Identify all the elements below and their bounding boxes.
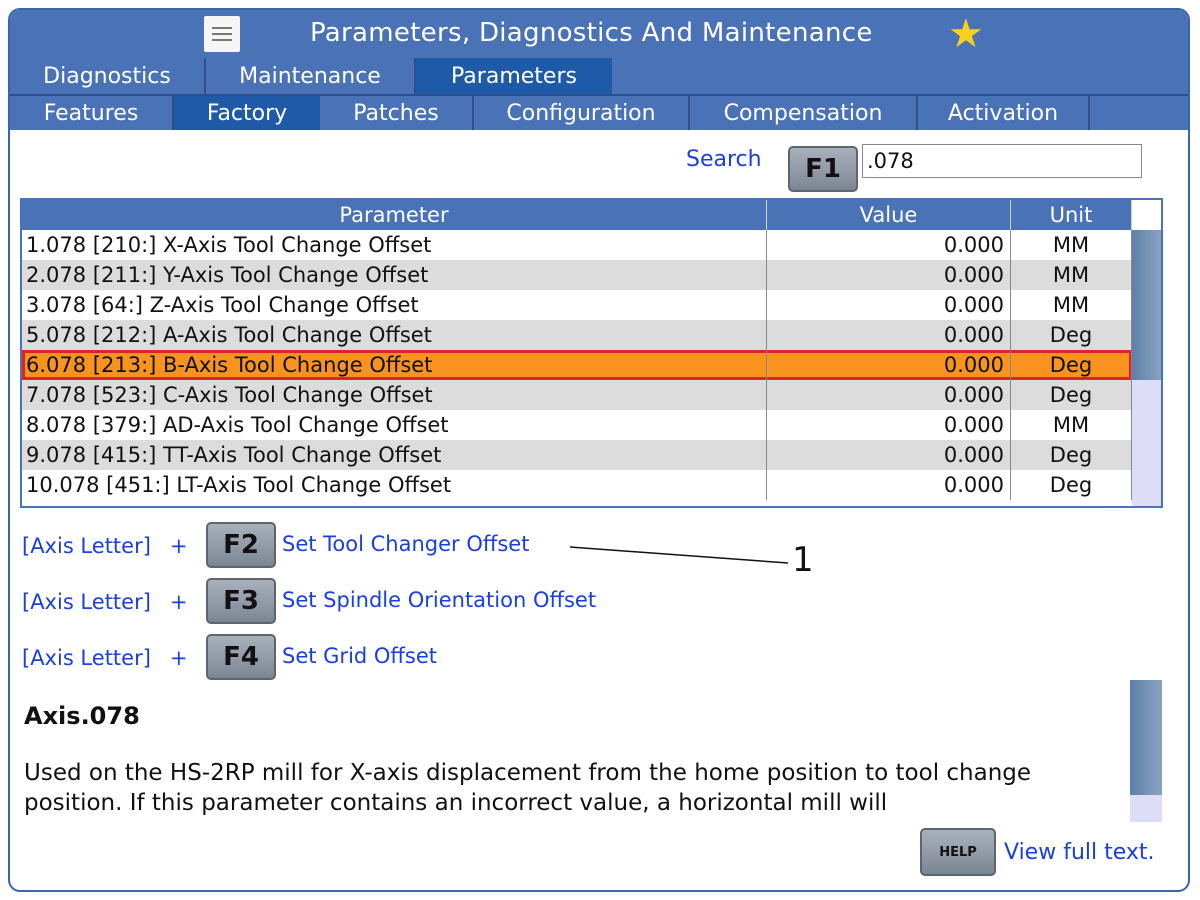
shortcut-description: Set Tool Changer Offset bbox=[282, 532, 530, 556]
tab-parameters[interactable]: Parameters bbox=[416, 58, 612, 94]
parameter-cell: 7.078 [523:] C-Axis Tool Change Offset bbox=[22, 380, 767, 410]
shortcut-description: Set Grid Offset bbox=[282, 644, 437, 668]
description-scrollbar[interactable] bbox=[1130, 680, 1162, 822]
description-text: Used on the HS-2RP mill for X-axis displ… bbox=[24, 760, 1032, 816]
value-cell: 0.000 bbox=[767, 320, 1011, 350]
unit-cell: Deg bbox=[1011, 380, 1132, 410]
f2-key-button[interactable]: F2 bbox=[206, 522, 276, 568]
table-header: Parameter Value Unit bbox=[22, 200, 1132, 230]
star-icon[interactable]: ★ bbox=[948, 14, 984, 54]
table-row[interactable]: 10.078 [451:] LT-Axis Tool Change Offset… bbox=[22, 470, 1132, 500]
column-header-parameter: Parameter bbox=[22, 200, 767, 230]
plus-sign: + bbox=[170, 534, 188, 558]
parameter-cell: 1.078 [210:] X-Axis Tool Change Offset bbox=[22, 230, 767, 260]
title-bar: Parameters, Diagnostics And Maintenance … bbox=[10, 10, 1188, 58]
value-cell: 0.000 bbox=[767, 260, 1011, 290]
tab-features[interactable]: Features bbox=[10, 96, 174, 130]
value-cell: 0.000 bbox=[767, 470, 1011, 500]
table-row[interactable]: 2.078 [211:] Y-Axis Tool Change Offset 0… bbox=[22, 260, 1132, 290]
parameter-cell: 2.078 [211:] Y-Axis Tool Change Offset bbox=[22, 260, 767, 290]
f3-key-button[interactable]: F3 bbox=[206, 578, 276, 624]
tab-activation[interactable]: Activation bbox=[918, 96, 1090, 130]
unit-cell: MM bbox=[1011, 410, 1132, 440]
value-cell: 0.000 bbox=[767, 410, 1011, 440]
value-cell: 0.000 bbox=[767, 350, 1011, 380]
parameter-cell: 6.078 [213:] B-Axis Tool Change Offset bbox=[22, 350, 767, 380]
unit-cell: Deg bbox=[1011, 440, 1132, 470]
value-cell: 0.000 bbox=[767, 230, 1011, 260]
callout-number: 1 bbox=[792, 540, 814, 580]
plus-sign: + bbox=[170, 646, 188, 670]
tab-diagnostics[interactable]: Diagnostics bbox=[10, 58, 206, 94]
parameter-cell: 10.078 [451:] LT-Axis Tool Change Offset bbox=[22, 470, 767, 500]
unit-cell: MM bbox=[1011, 230, 1132, 260]
unit-cell: MM bbox=[1011, 290, 1132, 320]
parameter-table: Parameter Value Unit 1.078 [210:] X-Axis… bbox=[20, 198, 1163, 508]
table-row[interactable]: 8.078 [379:] AD-Axis Tool Change Offset … bbox=[22, 410, 1132, 440]
value-cell: 0.000 bbox=[767, 440, 1011, 470]
top-tab-bar: Diagnostics Maintenance Parameters bbox=[10, 58, 1188, 94]
view-full-text-link[interactable]: View full text. bbox=[1004, 840, 1155, 865]
column-header-value: Value bbox=[767, 200, 1011, 230]
search-input[interactable] bbox=[862, 144, 1142, 178]
axis-letter-label: [Axis Letter] bbox=[22, 646, 151, 670]
callout-line bbox=[570, 546, 789, 564]
unit-cell: MM bbox=[1011, 260, 1132, 290]
tab-factory[interactable]: Factory bbox=[174, 96, 320, 130]
parameter-cell: 9.078 [415:] TT-Axis Tool Change Offset bbox=[22, 440, 767, 470]
table-row[interactable]: 1.078 [210:] X-Axis Tool Change Offset 0… bbox=[22, 230, 1132, 260]
parameter-cell: 3.078 [64:] Z-Axis Tool Change Offset bbox=[22, 290, 767, 320]
shortcut-f3: [Axis Letter] + F3 Set Spindle Orientati… bbox=[22, 578, 722, 624]
unit-cell: Deg bbox=[1011, 350, 1132, 380]
shortcut-f4: [Axis Letter] + F4 Set Grid Offset bbox=[22, 634, 722, 680]
hamburger-menu-icon[interactable] bbox=[204, 16, 240, 52]
search-label: Search bbox=[686, 147, 762, 172]
description-scrollbar-thumb[interactable] bbox=[1130, 680, 1162, 795]
shortcut-description: Set Spindle Orientation Offset bbox=[282, 588, 597, 612]
value-cell: 0.000 bbox=[767, 290, 1011, 320]
description-panel: Axis.078 Used on the HS-2RP mill for X-a… bbox=[24, 684, 1124, 826]
table-row-selected[interactable]: 6.078 [213:] B-Axis Tool Change Offset 0… bbox=[22, 350, 1132, 380]
table-scrollbar-thumb[interactable] bbox=[1132, 230, 1161, 380]
tab-configuration[interactable]: Configuration bbox=[474, 96, 690, 130]
table-row[interactable]: 5.078 [212:] A-Axis Tool Change Offset 0… bbox=[22, 320, 1132, 350]
plus-sign: + bbox=[170, 590, 188, 614]
tab-compensation[interactable]: Compensation bbox=[690, 96, 918, 130]
parameter-cell: 8.078 [379:] AD-Axis Tool Change Offset bbox=[22, 410, 767, 440]
table-row[interactable]: 7.078 [523:] C-Axis Tool Change Offset 0… bbox=[22, 380, 1132, 410]
axis-letter-label: [Axis Letter] bbox=[22, 590, 151, 614]
unit-cell: Deg bbox=[1011, 470, 1132, 500]
help-key-button[interactable]: HELP bbox=[920, 828, 996, 876]
f1-key-button[interactable]: F1 bbox=[788, 146, 858, 192]
description-title: Axis.078 bbox=[24, 702, 140, 730]
value-cell: 0.000 bbox=[767, 380, 1011, 410]
parameter-cell: 5.078 [212:] A-Axis Tool Change Offset bbox=[22, 320, 767, 350]
unit-cell: Deg bbox=[1011, 320, 1132, 350]
table-row[interactable]: 9.078 [415:] TT-Axis Tool Change Offset … bbox=[22, 440, 1132, 470]
tab-maintenance[interactable]: Maintenance bbox=[206, 58, 416, 94]
tab-patches[interactable]: Patches bbox=[320, 96, 474, 130]
f4-key-button[interactable]: F4 bbox=[206, 634, 276, 680]
table-row[interactable]: 3.078 [64:] Z-Axis Tool Change Offset 0.… bbox=[22, 290, 1132, 320]
page-title: Parameters, Diagnostics And Maintenance bbox=[310, 18, 873, 48]
axis-letter-label: [Axis Letter] bbox=[22, 534, 151, 558]
column-header-unit: Unit bbox=[1011, 200, 1132, 230]
sub-tab-bar: Features Factory Patches Configuration C… bbox=[10, 94, 1188, 130]
table-scrollbar[interactable] bbox=[1132, 230, 1161, 506]
